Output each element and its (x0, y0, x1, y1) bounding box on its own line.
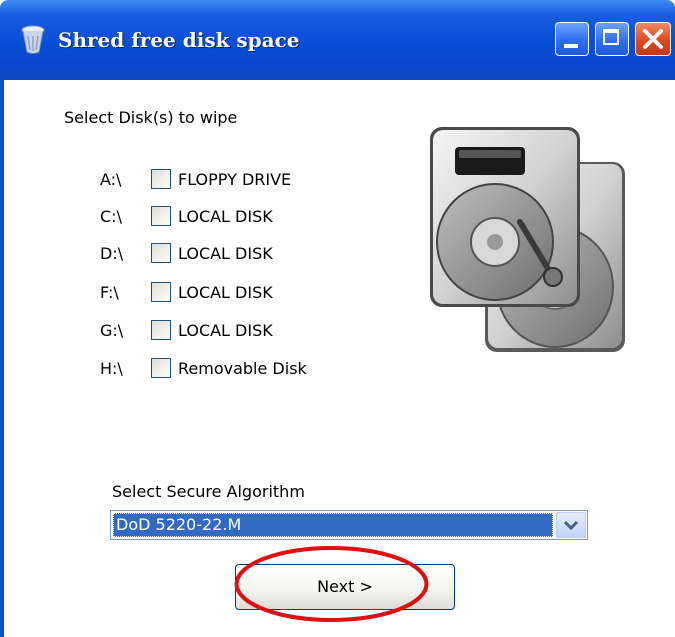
maximize-button[interactable] (595, 22, 629, 56)
drive-name[interactable]: LOCAL DISK (178, 207, 273, 226)
drive-name[interactable]: Removable Disk (178, 359, 307, 378)
hard-disk-icon (430, 127, 625, 352)
drive-checkbox-f[interactable] (151, 282, 171, 302)
window-border (0, 80, 4, 637)
drive-checkbox-d[interactable] (151, 243, 171, 263)
drive-name[interactable]: LOCAL DISK (178, 244, 273, 263)
algorithm-label: Select Secure Algorithm (112, 482, 305, 501)
drive-letter: D:\ (100, 244, 124, 263)
chevron-down-icon (563, 520, 579, 531)
drive-name[interactable]: LOCAL DISK (178, 321, 273, 340)
algorithm-dropdown[interactable]: DoD 5220-22.M (110, 510, 588, 540)
shredder-app-icon (21, 25, 45, 54)
drive-checkbox-g[interactable] (151, 320, 171, 340)
close-icon (643, 29, 663, 49)
algorithm-selected-value[interactable]: DoD 5220-22.M (113, 513, 553, 537)
drive-checkbox-h[interactable] (151, 358, 171, 378)
maximize-icon (603, 29, 619, 45)
select-disks-label: Select Disk(s) to wipe (64, 108, 238, 127)
minimize-button[interactable] (555, 22, 589, 56)
close-button[interactable] (635, 22, 671, 56)
drive-letter: H:\ (100, 359, 123, 378)
next-button[interactable]: Next > (235, 564, 455, 610)
dropdown-arrow-button[interactable] (556, 512, 586, 538)
drive-name[interactable]: LOCAL DISK (178, 283, 273, 302)
drive-letter: C:\ (100, 207, 122, 226)
drive-checkbox-a[interactable] (151, 169, 171, 189)
title-bar[interactable]: Shred free disk space (0, 0, 675, 80)
window-title: Shred free disk space (58, 28, 300, 52)
drive-letter: F:\ (100, 283, 119, 302)
minimize-icon (564, 44, 578, 48)
drive-name[interactable]: FLOPPY DRIVE (178, 170, 291, 189)
drive-letter: G:\ (100, 321, 124, 340)
drive-letter: A:\ (100, 170, 122, 189)
drive-checkbox-c[interactable] (151, 206, 171, 226)
